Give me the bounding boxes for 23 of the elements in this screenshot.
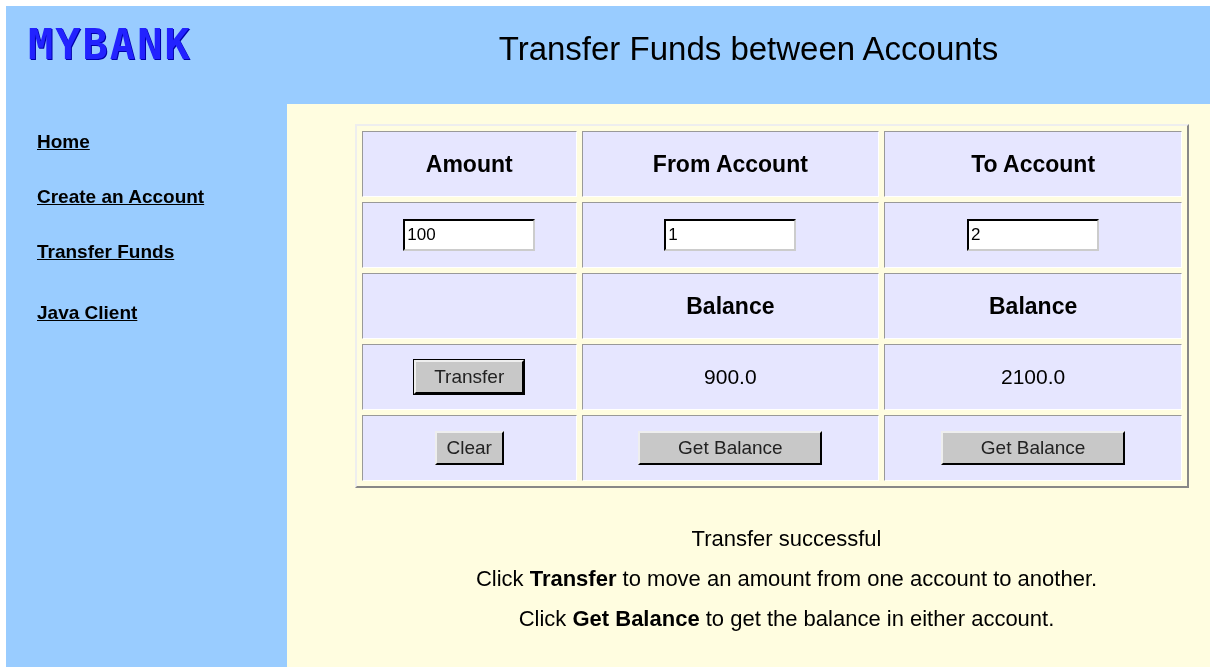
get-balance-button[interactable]: Get Balance <box>941 431 1126 465</box>
balance-label: Balance <box>581 273 880 339</box>
nav-link[interactable]: Transfer Funds <box>37 241 175 263</box>
get-balance-button[interactable]: Get Balance <box>638 431 823 465</box>
nav-link[interactable]: Home <box>37 132 90 153</box>
page-title: Transfer Funds between Accounts <box>497 29 1000 68</box>
balance-label: Balance <box>884 273 1182 339</box>
help-text: Click Get Balance to get the balance in either account. <box>518 606 1055 632</box>
status-message: Transfer successful <box>691 526 882 552</box>
balance-value: 900.0 <box>704 365 757 388</box>
balance-value: 2100.0 <box>1001 365 1066 388</box>
nav-link[interactable]: Create an Account <box>37 186 205 208</box>
clear-button[interactable]: Clear <box>434 431 504 465</box>
nav-link[interactable]: Java Client <box>37 302 138 324</box>
input-field[interactable]: 1 <box>664 219 797 251</box>
input-field[interactable]: 100 <box>403 219 536 251</box>
input-field[interactable]: 2 <box>967 219 1100 251</box>
logo: MYBANK <box>28 20 192 69</box>
transfer-button[interactable]: Transfer <box>414 360 525 394</box>
column-header: Amount <box>362 131 577 197</box>
column-header: From Account <box>581 131 880 197</box>
column-header: To Account <box>884 131 1182 197</box>
help-text: Click Transfer to move an amount from one account to another. <box>475 566 1098 592</box>
